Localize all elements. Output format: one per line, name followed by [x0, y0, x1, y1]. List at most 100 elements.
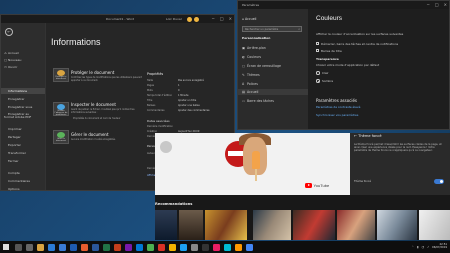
section-label: Personnalisation: [242, 36, 271, 40]
prop-label: Temps total d’édition: [147, 94, 173, 97]
check1-label: Démarrer, barre des tâches et centre de …: [321, 42, 399, 46]
nav-item-options[interactable]: Options: [4, 187, 20, 191]
dark-theme-panel: ← Thème foncé Le thème foncé permet d’as…: [350, 133, 450, 195]
mail-icon[interactable]: [70, 244, 77, 251]
maximize-icon[interactable]: □: [435, 2, 439, 7]
settings-home[interactable]: ⌂ Accueil: [242, 17, 256, 21]
edge-icon[interactable]: [48, 244, 55, 251]
settings-window: Paramètres − □ × ⌂ Accueil Rechercher un…: [237, 0, 450, 130]
recommendation-thumbnail[interactable]: [419, 210, 450, 240]
app-icon[interactable]: [235, 244, 242, 251]
word-titlebar[interactable]: Document1 - Word Loïc Duval − □ ×: [1, 15, 234, 23]
nav-item-print[interactable]: Imprimer: [4, 127, 22, 131]
office-icon[interactable]: [81, 244, 88, 251]
task-view-icon[interactable]: [26, 244, 33, 251]
dark-theme-header[interactable]: ← Thème foncé: [354, 134, 382, 138]
nav-item-save[interactable]: Enregistrer: [4, 97, 25, 101]
recommendation-thumbnail[interactable]: [377, 210, 417, 240]
prop-value[interactable]: Ajouter des commentaires: [178, 109, 210, 112]
app-icon[interactable]: [213, 244, 220, 251]
terminal-icon[interactable]: [202, 244, 209, 251]
light-mode-radio[interactable]: [316, 71, 320, 75]
nav-item-home[interactable]: ⌂ Accueil: [4, 51, 19, 55]
high-contrast-link[interactable]: Paramètres de contraste élevé: [316, 105, 360, 109]
prop-value[interactable]: Ajouter un titre: [178, 99, 196, 102]
store-icon[interactable]: [59, 244, 66, 251]
nav-item-start[interactable]: ▤ Accueil: [242, 90, 258, 94]
popsicle-image: [252, 151, 260, 169]
app-icon[interactable]: [169, 244, 176, 251]
app-icon[interactable]: [224, 244, 231, 251]
recommendation-thumbnail[interactable]: [155, 210, 177, 240]
clock[interactable]: 22:51 06/07/2019: [432, 243, 447, 250]
dark-mode-radio[interactable]: [316, 79, 320, 83]
file-explorer-icon[interactable]: [37, 244, 44, 251]
transparency-label: Transparence: [316, 57, 339, 61]
nav-item-share[interactable]: Partager: [4, 135, 21, 139]
prop-value: 1: [178, 84, 180, 87]
nav-item-feedback[interactable]: Commentaires: [4, 179, 30, 183]
word-icon[interactable]: [92, 244, 99, 251]
windows-start-icon[interactable]: [3, 244, 9, 250]
taskbar: ⌃ ▮ ◔ ♪ 22:51 06/07/2019: [0, 241, 450, 253]
nav-item-export[interactable]: Exporter: [4, 143, 21, 147]
nav-item-background[interactable]: ▣ Arrière-plan: [242, 46, 266, 50]
back-arrow-icon[interactable]: ←: [5, 28, 13, 36]
nav-item-fonts[interactable]: A Polices: [242, 82, 258, 86]
nav-item-account[interactable]: Compte: [4, 171, 20, 175]
recommendation-thumbnail[interactable]: [293, 210, 335, 240]
nav-item-close[interactable]: Fermer: [4, 159, 19, 163]
onenote-icon[interactable]: [125, 244, 132, 251]
nav-item-themes[interactable]: ✎ Thèmes: [242, 73, 260, 77]
maximize-icon[interactable]: □: [220, 16, 224, 21]
nav-item-info[interactable]: Informations: [4, 89, 27, 93]
start-taskbar-checkbox[interactable]: [316, 42, 319, 45]
word-user-name[interactable]: Loïc Duval: [166, 17, 182, 21]
minimize-icon[interactable]: −: [212, 16, 215, 21]
nav-item-transform[interactable]: Transformer: [4, 151, 26, 155]
smiley-feedback-icon[interactable]: [194, 16, 199, 22]
nav-item-taskbar[interactable]: ▭ Barre des tâches: [242, 99, 274, 103]
youtube-logo: YouTube: [305, 183, 329, 188]
app-icon[interactable]: [180, 244, 187, 251]
minimize-icon[interactable]: −: [427, 2, 430, 7]
powerpoint-icon[interactable]: [114, 244, 121, 251]
nav-item-lockscreen[interactable]: ▢ Écran de verrouillage: [242, 64, 281, 68]
video-player[interactable]: YouTube: [155, 133, 350, 195]
settings-search-input[interactable]: Rechercher un paramètre ⌕: [242, 26, 302, 32]
user-avatar-icon[interactable]: [187, 16, 192, 22]
youtube-play-icon: [305, 183, 312, 188]
app-icon[interactable]: [158, 244, 165, 251]
author-label: Auteur: [147, 152, 156, 155]
nav-item-save-pdf[interactable]: Enregistrer au format Adobe PDF: [4, 113, 40, 119]
recommendation-thumbnail[interactable]: [179, 210, 203, 240]
recommendation-thumbnail[interactable]: [205, 210, 247, 240]
nav-item-open[interactable]: ▭Ouvrir: [4, 65, 17, 69]
dark-theme-toggle[interactable]: [434, 179, 444, 184]
titlebars-checkbox[interactable]: [316, 49, 319, 52]
properties-heading[interactable]: Propriétés: [147, 72, 163, 76]
nav-item-save-as[interactable]: Enregistrer sous: [4, 105, 32, 109]
system-tray[interactable]: ⌃ ▮ ◔ ♪: [411, 245, 430, 249]
search-icon[interactable]: [15, 244, 22, 251]
recommendation-thumbnail[interactable]: [337, 210, 375, 240]
window-controls: − □ ×: [427, 2, 448, 7]
check-issues-button[interactable]: Vérifier l’absence de problèmes: [53, 102, 69, 116]
excel-icon[interactable]: [103, 244, 110, 251]
nav-item-new[interactable]: □Nouveau: [4, 58, 21, 62]
recommendation-thumbnail[interactable]: [253, 210, 291, 240]
protect-document-button[interactable]: Protéger le document: [53, 68, 69, 82]
close-icon[interactable]: ×: [229, 16, 232, 21]
settings-gear-icon[interactable]: [191, 244, 198, 251]
prop-value[interactable]: Ajouter une balise: [178, 104, 200, 107]
close-icon[interactable]: ×: [444, 2, 447, 7]
settings-titlebar[interactable]: Paramètres − □ ×: [238, 1, 449, 9]
sync-settings-link[interactable]: Synchroniser vos paramètres: [316, 113, 358, 117]
outlook-icon[interactable]: [136, 244, 143, 251]
app-icon[interactable]: [147, 244, 154, 251]
chrome-icon[interactable]: [246, 244, 253, 251]
popsicle-stick: [255, 169, 257, 181]
manage-document-button[interactable]: Gérer le document: [53, 130, 69, 144]
nav-item-colors[interactable]: ◐ Couleurs: [242, 55, 261, 59]
protect-title: Protéger le document: [71, 70, 115, 75]
